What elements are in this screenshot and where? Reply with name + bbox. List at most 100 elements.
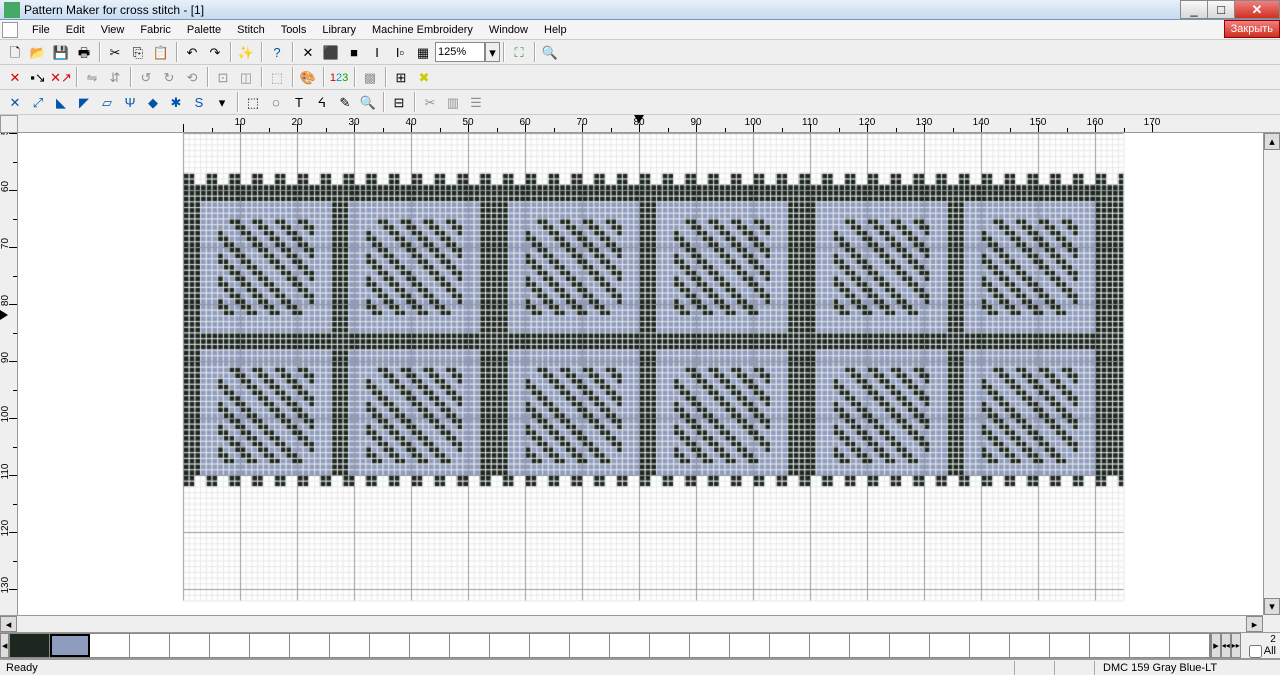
menu-stitch[interactable]: Stitch	[229, 21, 273, 39]
zoom-area-button[interactable]: 🔍	[539, 41, 561, 63]
palette-next-button[interactable]: ▸	[1211, 633, 1220, 658]
rotate-ccw-button[interactable]: ↺	[135, 66, 157, 88]
s-button[interactable]: S	[188, 91, 210, 113]
swatch-empty[interactable]	[530, 634, 570, 657]
full-stitch-button[interactable]: ✕	[297, 41, 319, 63]
scroll-right-button[interactable]: ▸	[1246, 616, 1263, 632]
grid-button[interactable]: ▦	[412, 41, 434, 63]
info2-button[interactable]: I▫	[389, 41, 411, 63]
tool-b-button[interactable]: ✕↗	[50, 66, 72, 88]
redo-button[interactable]: ↷	[204, 41, 226, 63]
swatch-empty[interactable]	[250, 634, 290, 657]
zoom-tool-button[interactable]: 🔍	[357, 91, 379, 113]
save-button[interactable]: 💾	[50, 41, 72, 63]
grid-toggle-button[interactable]: ⊞	[390, 66, 412, 88]
select-ellipse-button[interactable]: ◌	[265, 91, 287, 113]
swatch-empty[interactable]	[970, 634, 1010, 657]
undo-button[interactable]: ↶	[181, 41, 203, 63]
special-button[interactable]: ✱	[165, 91, 187, 113]
menu-edit[interactable]: Edit	[58, 21, 93, 39]
fit-button[interactable]: ⛶	[508, 41, 530, 63]
swatch-empty[interactable]	[810, 634, 850, 657]
swatch-1[interactable]	[50, 634, 90, 657]
me3-button[interactable]: ☰	[465, 91, 487, 113]
scrollbar-vertical[interactable]: ▴ ▾	[1263, 133, 1280, 615]
swatch-empty[interactable]	[130, 634, 170, 657]
swatch-empty[interactable]	[770, 634, 810, 657]
new-button[interactable]: 🗋	[4, 41, 26, 63]
zoom-input[interactable]	[435, 42, 485, 62]
layout-button[interactable]: ⊟	[388, 91, 410, 113]
quarter2-button[interactable]: ◤	[73, 91, 95, 113]
swatch-empty[interactable]	[490, 634, 530, 657]
swatch-empty[interactable]	[850, 634, 890, 657]
quarter1-button[interactable]: ◣	[50, 91, 72, 113]
close-button[interactable]: ✕	[1234, 0, 1280, 19]
rotate-cw-button[interactable]: ↻	[158, 66, 180, 88]
swatch-empty[interactable]	[610, 634, 650, 657]
bead-button[interactable]: ◆	[142, 91, 164, 113]
select-rect-button[interactable]: ⬚	[242, 91, 264, 113]
menu-window[interactable]: Window	[481, 21, 536, 39]
text-button[interactable]: T	[288, 91, 310, 113]
swatch-empty[interactable]	[650, 634, 690, 657]
wizard-button[interactable]: ✨	[235, 41, 257, 63]
swatch-empty[interactable]	[690, 634, 730, 657]
close-tab-button[interactable]: Закрыть	[1224, 20, 1280, 38]
menu-file[interactable]: File	[24, 21, 58, 39]
palette-prev-button[interactable]: ◂	[0, 633, 9, 658]
swatch-empty[interactable]	[1050, 634, 1090, 657]
ruler-v-marker[interactable]	[0, 310, 8, 320]
center-button[interactable]: ⊡	[212, 66, 234, 88]
flip-v-button[interactable]: ⇵	[104, 66, 126, 88]
swatch-empty[interactable]	[330, 634, 370, 657]
french-knot-button[interactable]: Ψ	[119, 91, 141, 113]
menu-fabric[interactable]: Fabric	[132, 21, 179, 39]
numbers-button[interactable]: 123	[328, 66, 350, 88]
pattern-button[interactable]: ▩	[359, 66, 381, 88]
swatch-empty[interactable]	[370, 634, 410, 657]
swatch-empty[interactable]	[1090, 634, 1130, 657]
swatch-empty[interactable]	[450, 634, 490, 657]
paste-button[interactable]: 📋	[150, 41, 172, 63]
highlight-button[interactable]: ✖	[413, 66, 435, 88]
flip-h-button[interactable]: ⇋	[81, 66, 103, 88]
swatch-empty[interactable]	[890, 634, 930, 657]
menu-help[interactable]: Help	[536, 21, 575, 39]
maximize-button[interactable]: □	[1207, 0, 1235, 19]
dark-stitch-button[interactable]: ⬛	[320, 41, 342, 63]
menu-palette[interactable]: Palette	[179, 21, 229, 39]
swatch-empty[interactable]	[90, 634, 130, 657]
open-button[interactable]: 📂	[27, 41, 49, 63]
scroll-left-button[interactable]: ◂	[0, 616, 17, 632]
ruler-horizontal[interactable]: 1020304050607080901001101201301401501601…	[18, 115, 1280, 133]
cross-stitch-button[interactable]: ✕	[4, 91, 26, 113]
minimize-button[interactable]: _	[1180, 0, 1208, 19]
swatch-empty[interactable]	[210, 634, 250, 657]
swatch-empty[interactable]	[1010, 634, 1050, 657]
scroll-up-button[interactable]: ▴	[1264, 133, 1280, 150]
me2-button[interactable]: ▥	[442, 91, 464, 113]
canvas[interactable]	[18, 133, 1280, 615]
palette-all-checkbox[interactable]: All	[1245, 645, 1280, 658]
scrollbar-horizontal[interactable]: ◂ ▸	[0, 615, 1263, 632]
s-dd-button[interactable]: ▾	[211, 91, 233, 113]
lasso-button[interactable]: ᔦ	[311, 91, 333, 113]
help-button[interactable]: ?	[266, 41, 288, 63]
cut-button[interactable]: ✂	[104, 41, 126, 63]
palette-last-button[interactable]: ▸▸	[1231, 633, 1241, 658]
swatch-empty[interactable]	[1130, 634, 1170, 657]
block-button[interactable]: ■	[343, 41, 365, 63]
swatch-empty[interactable]	[290, 634, 330, 657]
rotate-180-button[interactable]: ⟲	[181, 66, 203, 88]
me1-button[interactable]: ✂	[419, 91, 441, 113]
tool-a-button[interactable]: ▪↘	[27, 66, 49, 88]
info-button[interactable]: I	[366, 41, 388, 63]
palette-button[interactable]: 🎨	[297, 66, 319, 88]
swatch-empty[interactable]	[570, 634, 610, 657]
ruler-vertical[interactable]: 5060708090100110120130	[0, 133, 18, 615]
swatch-empty[interactable]	[930, 634, 970, 657]
palette-first-button[interactable]: ◂◂	[1221, 633, 1231, 658]
zoom-dropdown[interactable]: ▾	[485, 42, 500, 62]
swatch-0[interactable]	[10, 634, 50, 657]
